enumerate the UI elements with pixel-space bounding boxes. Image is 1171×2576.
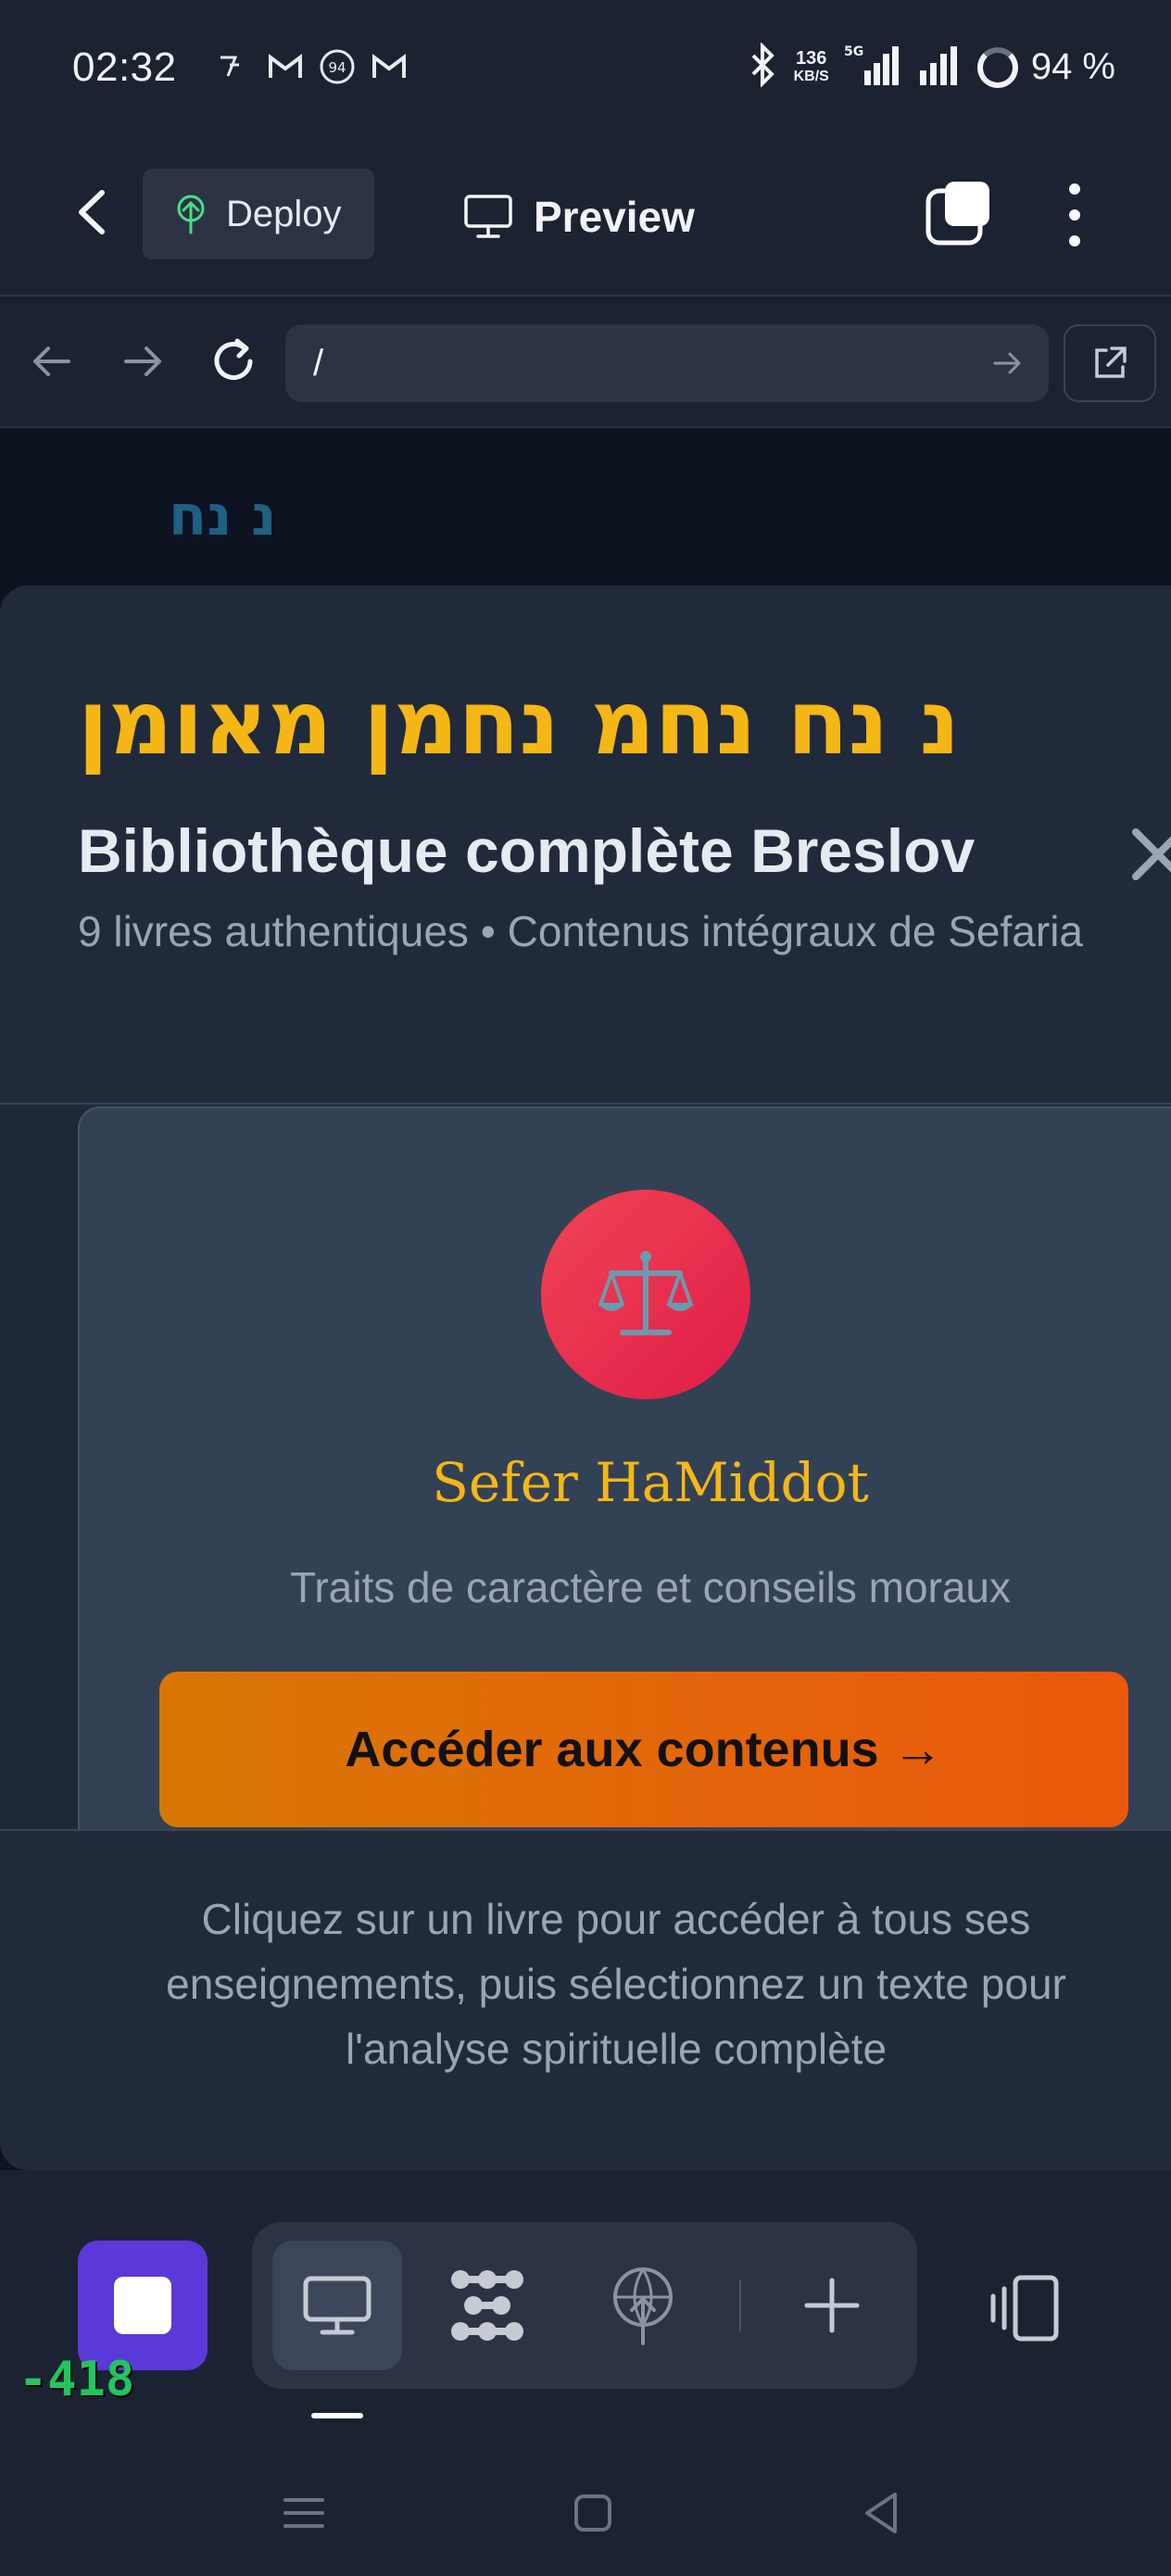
arrow-left-icon: [33, 347, 70, 376]
home-button[interactable]: [565, 2485, 621, 2541]
url-text: /: [313, 342, 324, 384]
side-panel-button[interactable]: [984, 2267, 1067, 2350]
svg-text:5G: 5G: [844, 44, 863, 59]
more-options-button[interactable]: [1056, 178, 1093, 252]
svg-text:94: 94: [328, 59, 346, 76]
url-bar: /: [0, 298, 1171, 428]
external-link-icon: [1095, 347, 1127, 378]
status-right: 136 KB/S 5G 94 %: [744, 42, 1115, 92]
access-contents-button[interactable]: Accéder aux contenus →: [159, 1672, 1128, 1827]
monitor-icon: [464, 195, 512, 238]
globe-upload-icon: [613, 2267, 673, 2345]
status-time: 02:32: [72, 44, 177, 90]
modal-header: נ נח נחמ נחמן מאומן Bibliothèque complèt…: [0, 586, 1171, 1105]
arrow-right-icon: [124, 347, 161, 376]
desktop-view-button[interactable]: [272, 2241, 402, 2370]
gmail-icon: [267, 48, 304, 85]
library-modal: נ נח נחמ נחמן מאומן Bibliothèque complèt…: [0, 586, 1171, 2170]
nav-forward-button[interactable]: [115, 334, 170, 389]
notification-icons: 94: [215, 48, 408, 85]
book-title: Sefer HaMiddot: [432, 1451, 869, 1514]
url-input[interactable]: /: [285, 324, 1049, 402]
battery-percent: 94 %: [1030, 46, 1115, 87]
signal-icon: [916, 43, 964, 92]
nav-back-button[interactable]: [24, 334, 80, 389]
app-bar: Deploy Preview: [0, 139, 1171, 297]
more-vertical-icon: [1069, 183, 1080, 246]
battery-ring-icon: [976, 46, 1018, 88]
book-description: Traits de caractère et conseils moraux: [289, 1563, 1012, 1611]
debug-counter: -418: [19, 2352, 135, 2407]
system-back-button[interactable]: [854, 2485, 910, 2541]
deploy-icon: [177, 195, 205, 234]
scales-icon: [598, 1251, 693, 1335]
panel-toggle-icon: [990, 2275, 1059, 2342]
deploy-view-button[interactable]: [578, 2241, 708, 2370]
preview-label: Preview: [534, 193, 695, 241]
network-speed-unit: KB/S: [793, 68, 829, 84]
add-button[interactable]: [767, 2241, 897, 2370]
deploy-label: Deploy: [226, 193, 342, 234]
active-tab-indicator: [311, 2413, 363, 2418]
status-bar: 02:32 94 136 KB/S 5G 94 %: [0, 0, 1171, 139]
back-button[interactable]: [61, 180, 126, 245]
book-icon-circle: [541, 1190, 750, 1399]
preview-viewport: נ נח נ נח נחמ נחמן מאומן Bibliothèque co…: [0, 428, 1171, 2170]
book-list: Sefer HaMiddot Traits de caractère et co…: [0, 1106, 1171, 1829]
home-square-icon: [574, 2494, 611, 2532]
signal-5g-icon: 5G: [842, 43, 903, 92]
site-logo[interactable]: נ נח: [169, 484, 276, 549]
recent-apps-button[interactable]: [276, 2485, 332, 2541]
stop-icon: [114, 2277, 171, 2334]
stop-button[interactable]: [78, 2241, 208, 2370]
chevron-left-icon: [79, 190, 105, 234]
network-speed-value: 136: [796, 47, 827, 69]
close-icon: [1132, 828, 1171, 880]
network-speed: 136 KB/S: [794, 49, 829, 86]
plus-icon: [804, 2278, 860, 2333]
bottom-toolbar: -418: [0, 2170, 1171, 2448]
view-switcher: [252, 2222, 917, 2389]
tabs-icon: [925, 182, 989, 246]
modal-subtitle: 9 livres authentiques • Contenus intégra…: [78, 907, 1083, 955]
hebrew-title: נ נח נחמ נחמן מאומן: [78, 671, 961, 775]
toolbar-divider: [739, 2279, 741, 2331]
tabs-button[interactable]: [925, 178, 993, 246]
menu-icon: [283, 2498, 324, 2528]
book-card[interactable]: Sefer HaMiddot Traits de caractère et co…: [78, 1106, 1171, 1829]
footer-instructions: Cliquez sur un livre pour accéder à tous…: [166, 1895, 1066, 2073]
gmail-icon: [371, 48, 408, 85]
system-navigation: [0, 2448, 1171, 2576]
reload-icon: [214, 338, 253, 380]
reload-button[interactable]: [206, 334, 261, 389]
deploy-button[interactable]: Deploy: [143, 169, 374, 259]
notification-app-icon: [215, 48, 252, 85]
preview-tab[interactable]: Preview: [463, 180, 695, 254]
modal-title: Bibliothèque complète Breslov: [78, 816, 976, 885]
triangle-back-icon: [865, 2493, 897, 2533]
components-button[interactable]: [422, 2241, 552, 2370]
bluetooth-icon: [744, 42, 781, 92]
nodes-icon: [451, 2270, 523, 2341]
modal-footer: Cliquez sur un livre pour accéder à tous…: [0, 1829, 1171, 2170]
monitor-icon: [303, 2276, 371, 2335]
go-arrow-icon[interactable]: [989, 345, 1026, 382]
close-button[interactable]: [1121, 817, 1171, 891]
open-external-button[interactable]: [1064, 324, 1156, 402]
badge-94-icon: 94: [319, 48, 356, 85]
